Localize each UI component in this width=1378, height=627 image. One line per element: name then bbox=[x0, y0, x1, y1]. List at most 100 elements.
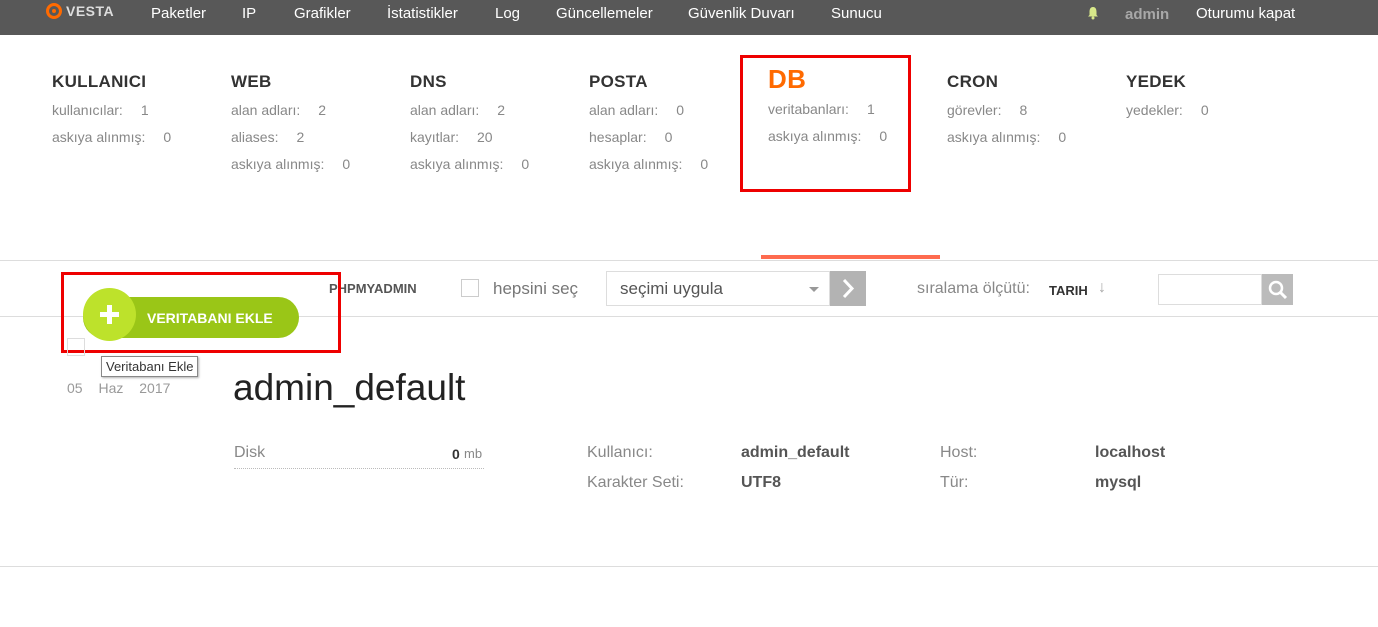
highlight-box-add bbox=[61, 272, 341, 353]
phpmyadmin-link[interactable]: PHPMYADMIN bbox=[329, 281, 417, 296]
vesta-logo[interactable]: VESTA bbox=[46, 3, 114, 19]
host-label: Host: bbox=[940, 444, 978, 461]
stat-row: askıya alınmış: 0 bbox=[589, 156, 708, 174]
stat-row: askıya alınmış: 0 bbox=[231, 156, 350, 174]
charset-value: UTF8 bbox=[741, 474, 781, 491]
stat-value: 0 bbox=[342, 156, 351, 172]
row-checkbox[interactable] bbox=[67, 338, 85, 356]
select-all-checkbox[interactable] bbox=[461, 279, 479, 297]
nav-item-paketler[interactable]: Paketler bbox=[151, 5, 206, 22]
stat-row: görevler: 8 bbox=[947, 102, 1066, 120]
stat-label: askıya alınmış: bbox=[410, 156, 504, 172]
stat-value: 0 bbox=[1200, 102, 1209, 118]
stat-label: alan adları: bbox=[589, 102, 659, 118]
disk-value: 0 bbox=[452, 446, 460, 462]
stat-title: CRON bbox=[947, 72, 999, 91]
stat-backup[interactable]: YEDEK yedekler: 0 bbox=[1126, 72, 1209, 120]
nav-item-guncellemeler[interactable]: Güncellemeler bbox=[556, 5, 653, 22]
stat-label: hesaplar: bbox=[589, 129, 647, 145]
stat-dns[interactable]: DNS alan adları: 2 kayıtlar: 20 askıya alı… bbox=[410, 72, 529, 174]
stat-label: alan adları: bbox=[410, 102, 480, 118]
chevron-down-icon bbox=[809, 287, 819, 292]
bulk-action-select[interactable]: seçimi uygula bbox=[606, 271, 830, 306]
stat-row: alan adları: 2 bbox=[231, 102, 350, 120]
disk-unit: mb bbox=[464, 446, 483, 461]
stat-row: yedekler: 0 bbox=[1126, 102, 1209, 120]
stat-label: askıya alınmış: bbox=[589, 156, 683, 172]
logo-text: VESTA bbox=[66, 3, 115, 19]
stat-title: POSTA bbox=[589, 72, 648, 91]
active-tab-indicator bbox=[761, 255, 940, 259]
stat-label: askıya alınmış: bbox=[947, 129, 1041, 145]
stat-users[interactable]: KULLANICI kullanıcılar: 1 askıya alınmış:… bbox=[52, 72, 171, 147]
user-name[interactable]: admin bbox=[1125, 6, 1169, 23]
stat-title: KULLANICI bbox=[52, 72, 147, 91]
vesta-logo-icon bbox=[46, 3, 62, 19]
disk-label: Disk bbox=[234, 444, 266, 461]
stat-value: 0 bbox=[676, 102, 685, 118]
type-label: Tür: bbox=[940, 474, 969, 491]
disk-underline bbox=[234, 468, 484, 469]
stat-value: 0 bbox=[664, 129, 673, 145]
stat-row: aliases: 2 bbox=[231, 129, 350, 147]
stat-row: alan adları: 2 bbox=[410, 102, 529, 120]
nav-item-sunucu[interactable]: Sunucu bbox=[831, 5, 882, 22]
top-nav-bar: VESTA Paketler IP Grafikler İstatistikle… bbox=[0, 0, 1378, 35]
stat-label: askıya alınmış: bbox=[231, 156, 325, 172]
stat-title: WEB bbox=[231, 72, 272, 91]
stat-label: kullanıcılar: bbox=[52, 102, 123, 118]
nav-item-guvenlik-duvari[interactable]: Güvenlik Duvarı bbox=[688, 5, 795, 22]
logout-link[interactable]: Oturumu kapat bbox=[1196, 5, 1295, 22]
select-all-label[interactable]: hepsini seç bbox=[493, 279, 578, 299]
sort-label: sıralama ölçütü: bbox=[917, 280, 1030, 297]
nav-item-ip[interactable]: IP bbox=[242, 5, 256, 22]
search-button[interactable] bbox=[1262, 274, 1293, 305]
stat-label: görevler: bbox=[947, 102, 1002, 118]
stat-cron[interactable]: CRON görevler: 8 askıya alınmış: 0 bbox=[947, 72, 1066, 147]
bulk-action-value: seçimi uygula bbox=[620, 279, 723, 298]
stat-value: 2 bbox=[497, 102, 506, 118]
host-value: localhost bbox=[1095, 444, 1166, 461]
sort-value[interactable]: TARIH bbox=[1049, 283, 1088, 298]
stat-value: 2 bbox=[318, 102, 327, 118]
user-value: admin_default bbox=[741, 444, 850, 461]
stat-row: alan adları: 0 bbox=[589, 102, 708, 120]
stat-mail[interactable]: POSTA alan adları: 0 hesaplar: 0 askıya al… bbox=[589, 72, 708, 174]
stat-web[interactable]: WEB alan adları: 2 aliases: 2 askıya alınm… bbox=[231, 72, 350, 174]
nav-item-grafikler[interactable]: Grafikler bbox=[294, 5, 351, 22]
nav-item-istatistikler[interactable]: İstatistikler bbox=[387, 5, 458, 22]
stat-row: kayıtlar: 20 bbox=[410, 129, 529, 147]
divider bbox=[0, 566, 1378, 567]
row-date: 05 Haz 2017 bbox=[67, 380, 171, 396]
stat-title: YEDEK bbox=[1126, 72, 1187, 91]
stat-label: yedekler: bbox=[1126, 102, 1183, 118]
stat-row: kullanıcılar: 1 bbox=[52, 102, 171, 120]
highlight-box-db bbox=[740, 55, 911, 192]
stat-title: DNS bbox=[410, 72, 447, 91]
stat-label: askıya alınmış: bbox=[52, 129, 146, 145]
stat-row: hesaplar: 0 bbox=[589, 129, 708, 147]
bell-icon[interactable] bbox=[1086, 6, 1100, 20]
stat-label: aliases: bbox=[231, 129, 279, 145]
stat-value: 0 bbox=[163, 129, 172, 145]
stat-label: alan adları: bbox=[231, 102, 301, 118]
stat-value: 0 bbox=[1058, 129, 1067, 145]
stat-value: 2 bbox=[296, 129, 305, 145]
chevron-right-icon bbox=[842, 278, 855, 299]
sort-direction-icon[interactable]: ↓ bbox=[1098, 279, 1106, 297]
stat-row: askıya alınmış: 0 bbox=[52, 129, 171, 147]
divider bbox=[0, 260, 1378, 261]
stat-value: 20 bbox=[477, 129, 493, 145]
stat-row: askıya alınmış: 0 bbox=[410, 156, 529, 174]
apply-button[interactable] bbox=[830, 271, 866, 306]
type-value: mysql bbox=[1095, 474, 1142, 491]
stat-value: 0 bbox=[521, 156, 530, 172]
user-label: Kullanıcı: bbox=[587, 444, 653, 461]
database-name[interactable]: admin_default bbox=[233, 367, 465, 409]
stat-value: 0 bbox=[700, 156, 709, 172]
stat-label: kayıtlar: bbox=[410, 129, 460, 145]
charset-label: Karakter Seti: bbox=[587, 474, 684, 491]
stat-value: 1 bbox=[140, 102, 149, 118]
search-input[interactable] bbox=[1158, 274, 1262, 305]
nav-item-log[interactable]: Log bbox=[495, 5, 520, 22]
